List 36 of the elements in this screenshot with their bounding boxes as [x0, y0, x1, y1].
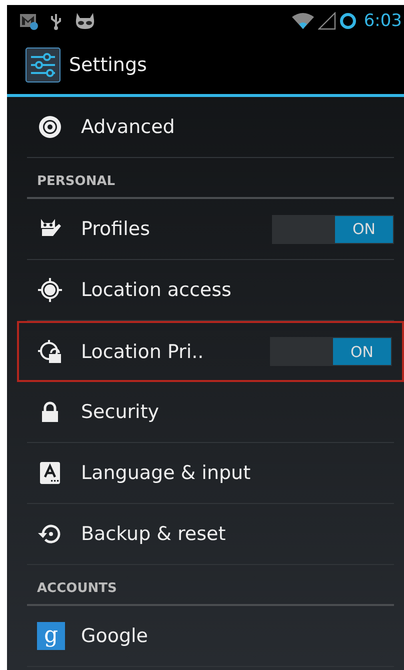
gear-icon: [37, 114, 63, 140]
keyboard-letter-icon: [37, 460, 63, 486]
item-label: Google: [81, 625, 150, 647]
crosshair-icon: [37, 277, 63, 303]
robot-head-icon: [73, 12, 97, 30]
account-logo-icon: g: [37, 622, 65, 650]
signal-icon: [318, 12, 336, 30]
crosshair-lock-icon: [37, 338, 63, 364]
usb-icon: [49, 12, 63, 30]
switch-knob: ON: [333, 338, 391, 365]
item-label: Advanced: [81, 116, 176, 138]
settings-item[interactable]: Backup & reset: [27, 504, 394, 565]
toggle-switch[interactable]: ON: [272, 214, 394, 244]
item-label: Location access: [81, 279, 232, 301]
settings-item[interactable]: Security: [27, 382, 394, 443]
section-header: ACCOUNTS: [27, 565, 394, 606]
item-label: Language & input: [81, 462, 252, 484]
switch-knob: ON: [335, 216, 393, 242]
settings-item[interactable]: Advanced: [27, 97, 394, 158]
item-label: Location Pri..: [81, 340, 205, 362]
toggle-switch[interactable]: ON: [270, 337, 392, 366]
settings-item[interactable]: Location Pri.. ON: [17, 321, 404, 382]
item-label: Security: [81, 401, 160, 423]
settings-item[interactable]: Language & input: [27, 443, 394, 504]
sync-ring-icon: [338, 12, 357, 30]
item-label: Profiles: [81, 218, 151, 240]
settings-item[interactable]: Location access: [27, 260, 394, 321]
wifi-icon: [290, 12, 315, 30]
settings-item[interactable]: Profiles ON: [27, 199, 394, 260]
mail-icon: [19, 12, 39, 30]
settings-item[interactable]: g Google: [27, 606, 394, 667]
sliders-icon[interactable]: [25, 47, 61, 83]
section-header: PERSONAL: [27, 158, 394, 199]
screen-title: Settings: [69, 54, 147, 76]
item-label: Backup & reset: [81, 523, 227, 545]
clock: 6:03: [364, 10, 402, 30]
